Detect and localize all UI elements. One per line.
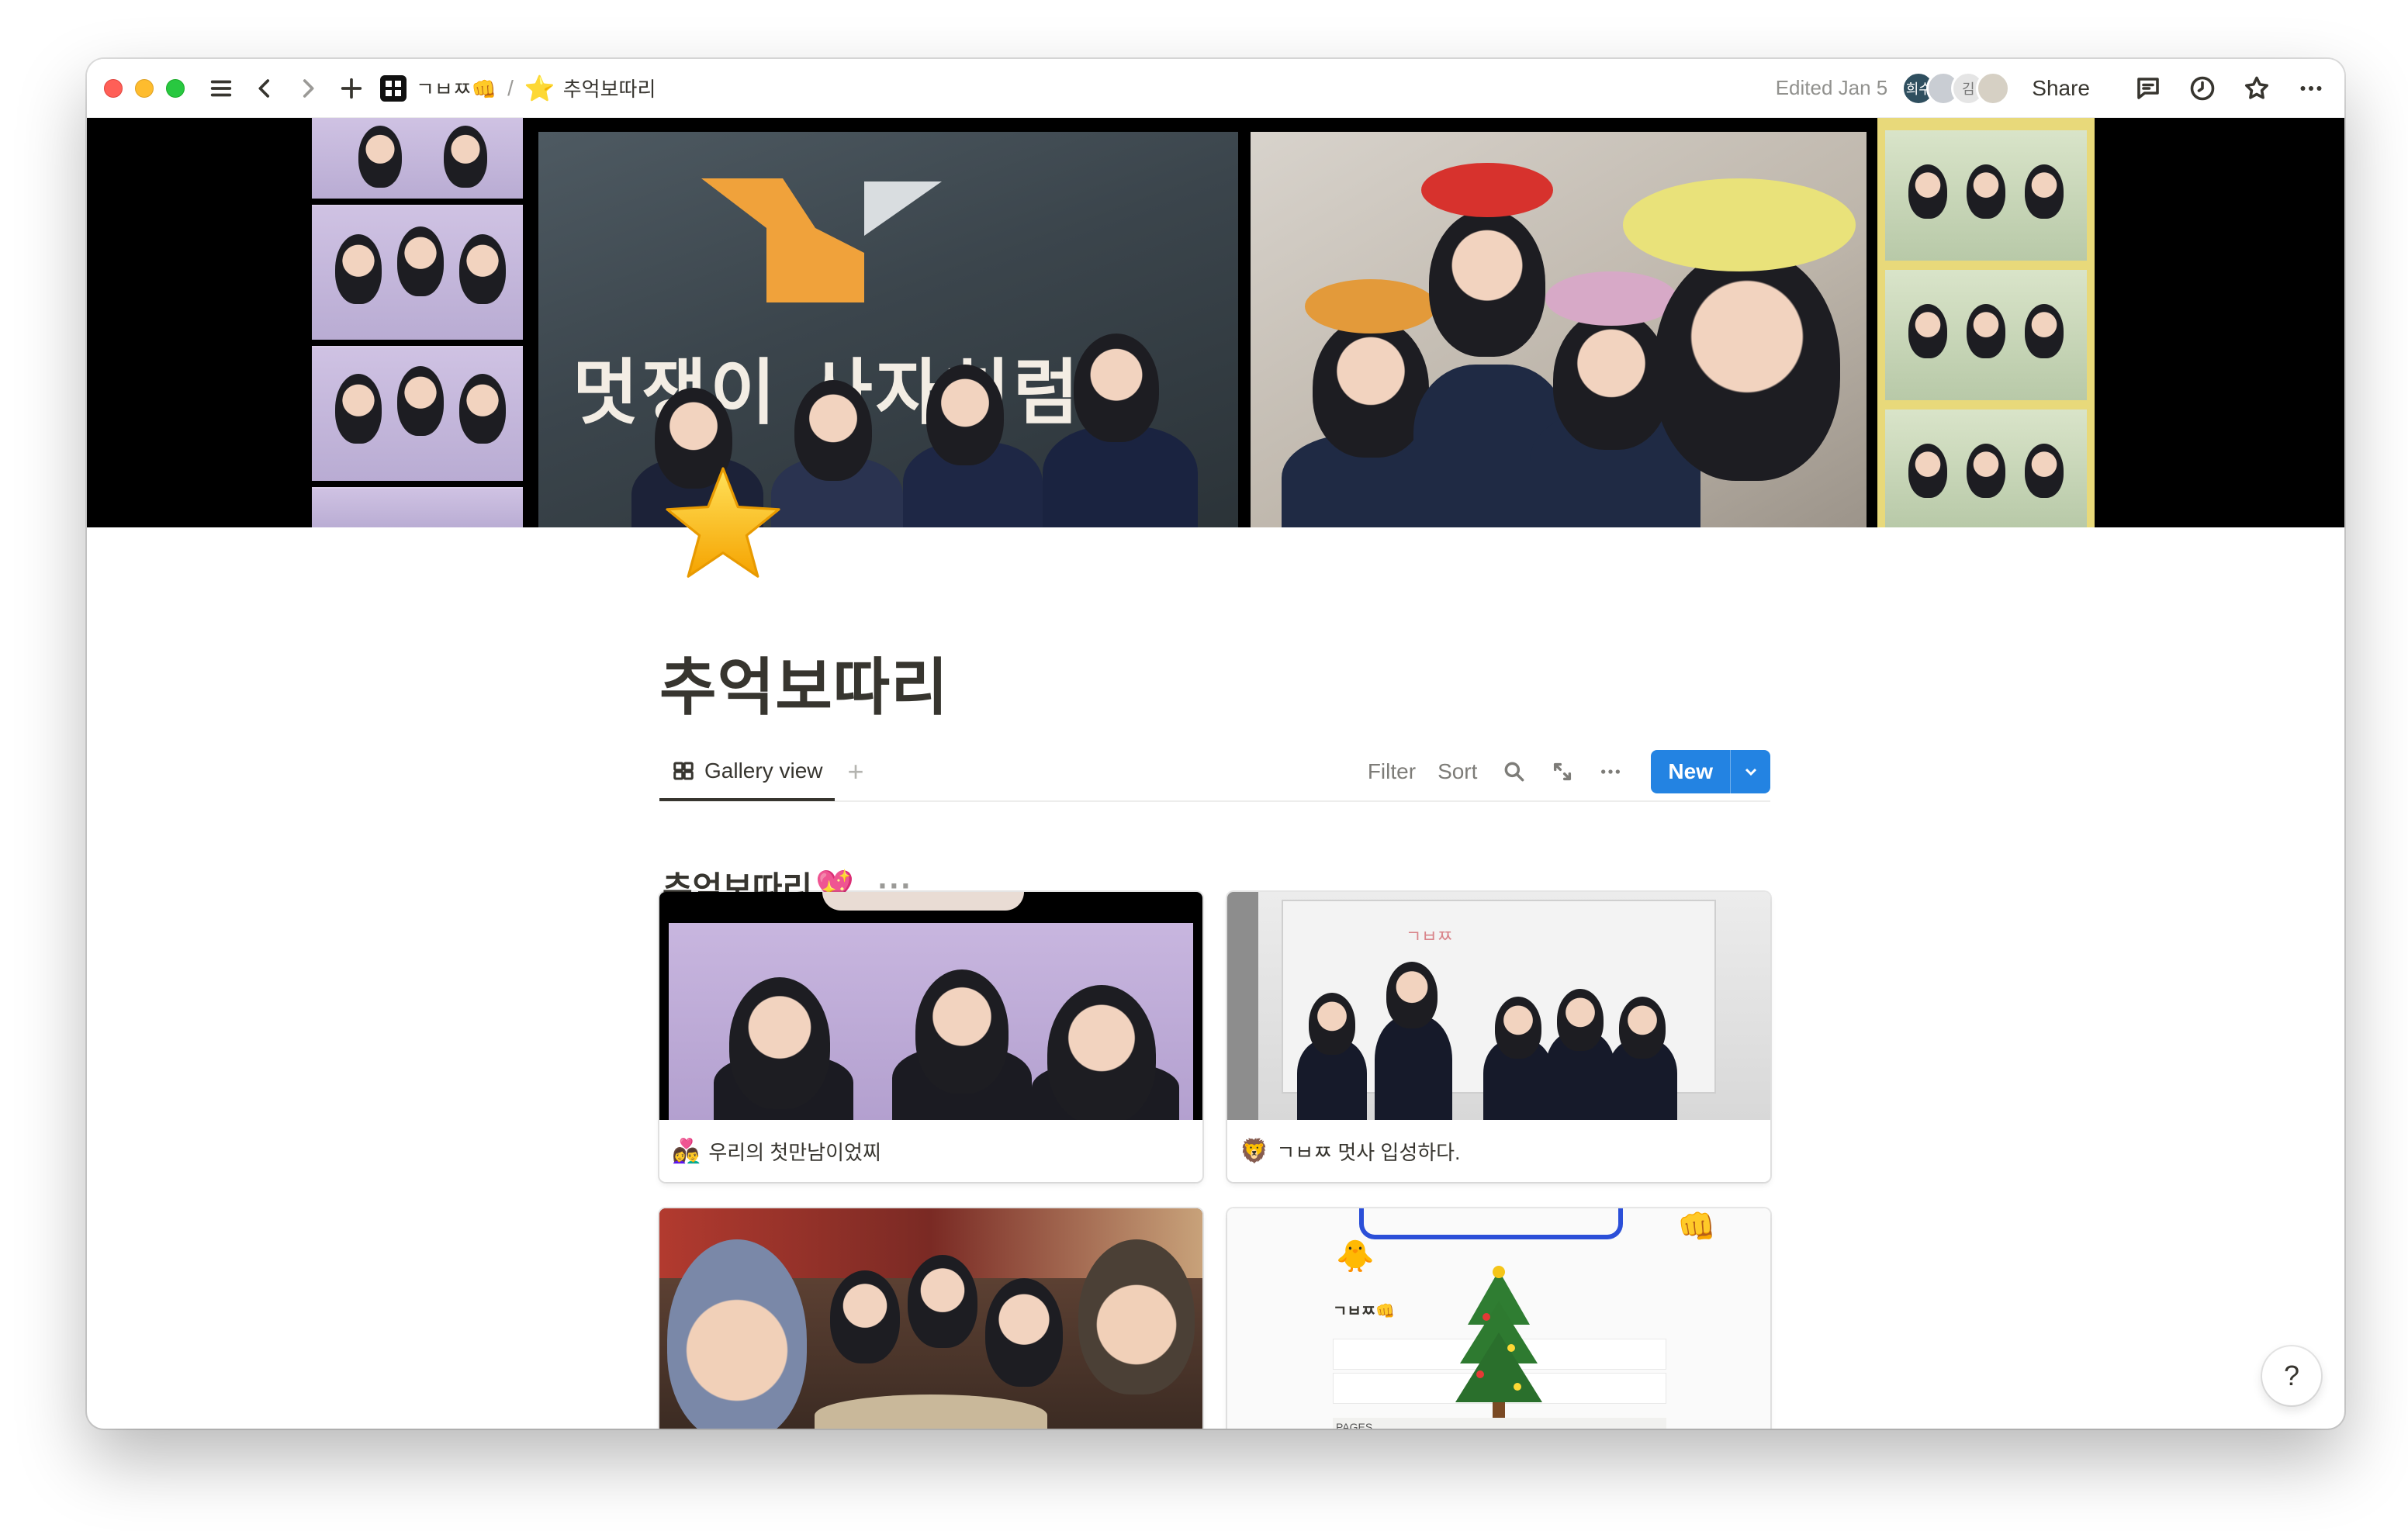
search-icon[interactable] (1499, 756, 1530, 787)
gallery-card[interactable] (659, 1208, 1202, 1429)
expand-arrows-icon[interactable] (1547, 756, 1578, 787)
new-entry-button[interactable]: New (1651, 750, 1770, 793)
share-button[interactable]: Share (2032, 76, 2090, 101)
view-actions: Filter Sort New (1368, 750, 1770, 793)
more-options-icon[interactable] (2293, 71, 2329, 106)
gallery-card[interactable]: ㄱㅂㅉ 🦁 ㄱㅂㅉ 멋사 입성하다. (1227, 892, 1770, 1182)
tab-gallery-view-label: Gallery view (704, 759, 823, 783)
view-more-icon[interactable] (1595, 756, 1626, 787)
preview-pages-label: PAGES (1336, 1421, 1373, 1429)
card-title-text: ㄱㅂㅉ 멋사 입성하다. (1276, 1140, 1461, 1164)
avatar[interactable] (1976, 71, 2011, 105)
forward-arrow-icon[interactable] (290, 71, 326, 106)
breadcrumb-page[interactable]: 추억보따리 (563, 74, 656, 102)
breadcrumb-workspace[interactable]: ㄱㅂㅉ👊 (416, 74, 496, 102)
page-cover-image[interactable]: 멋쟁이 사자처럼 (87, 118, 2344, 527)
card-cover-image: 🐥 👊 ㄱㅂㅉ👊 PAGES (1227, 1208, 1770, 1429)
minimize-window-button[interactable] (135, 78, 154, 98)
help-button[interactable]: ? (2262, 1346, 2321, 1405)
zoom-window-button[interactable] (166, 78, 185, 98)
title-bar: ㄱㅂㅉ👊 / ⭐ 추억보따리 Edited Jan 5 희수 김 Share (87, 59, 2344, 118)
breadcrumb: ㄱㅂㅉ👊 / ⭐ 추억보따리 (380, 74, 656, 103)
topbar-actions: Edited Jan 5 희수 김 Share (1776, 71, 2329, 106)
filter-button[interactable]: Filter (1368, 759, 1416, 784)
page-star-icon[interactable] (659, 461, 787, 588)
add-view-button[interactable]: + (847, 755, 863, 788)
photo-strip-left (312, 118, 523, 527)
gallery-card[interactable]: 👩‍❤️‍👨 우리의 첫만남이었찌 (659, 892, 1202, 1182)
back-arrow-icon[interactable] (247, 71, 282, 106)
chick-emoji: 🐥 (1336, 1239, 1375, 1274)
app-window: ㄱㅂㅉ👊 / ⭐ 추억보따리 Edited Jan 5 희수 김 Share 추… (87, 59, 2344, 1429)
edited-timestamp: Edited Jan 5 (1775, 76, 1888, 99)
preview-heading: ㄱㅂㅉ👊 (1333, 1301, 1396, 1320)
card-title[interactable]: 👩‍❤️‍👨 우리의 첫만남이었찌 (659, 1120, 1202, 1182)
card-title-text: 우리의 첫만남이었찌 (708, 1140, 881, 1164)
sort-button[interactable]: Sort (1438, 759, 1477, 784)
new-dropdown-chevron-icon[interactable] (1730, 750, 1770, 793)
photo-strip-right (1877, 118, 2095, 527)
favorite-star-icon[interactable] (2239, 71, 2275, 106)
window-controls (104, 78, 185, 98)
couple-emoji: 👩‍❤️‍👨 (672, 1138, 701, 1164)
cover-photo-group: 멋쟁이 사자처럼 (538, 132, 1238, 527)
card-cover-image (659, 892, 1202, 1120)
star-page-icon: ⭐ (524, 74, 555, 102)
lion-emoji: 🦁 (1240, 1138, 1269, 1164)
tab-gallery-view[interactable]: Gallery view (659, 744, 836, 801)
breadcrumb-separator: / (507, 75, 514, 100)
page-title[interactable]: 추억보따리 (659, 638, 949, 727)
card-cover-image: ㄱㅂㅉ (1227, 892, 1770, 1120)
fist-emoji: 👊 (1677, 1210, 1716, 1244)
card-cover-image (659, 1208, 1202, 1429)
workspace-icon (380, 74, 407, 102)
christmas-tree-icon (1455, 1266, 1542, 1418)
gallery-grid-icon (673, 762, 694, 780)
cover-photo-selfie (1251, 132, 1867, 527)
database-view-bar: Gallery view + Filter Sort New (659, 743, 1770, 802)
collaborator-avatars[interactable]: 희수 김 (1901, 71, 2011, 105)
comments-icon[interactable] (2130, 71, 2166, 106)
gallery-card[interactable]: 🐥 👊 ㄱㅂㅉ👊 PAGES (1227, 1208, 1770, 1429)
new-page-plus-icon[interactable] (334, 71, 369, 106)
sidebar-menu-icon[interactable] (203, 71, 239, 106)
history-clock-icon[interactable] (2185, 71, 2220, 106)
card-title[interactable]: 🦁 ㄱㅂㅉ 멋사 입성하다. (1227, 1120, 1770, 1182)
close-window-button[interactable] (104, 78, 123, 98)
new-button-label[interactable]: New (1651, 750, 1730, 793)
